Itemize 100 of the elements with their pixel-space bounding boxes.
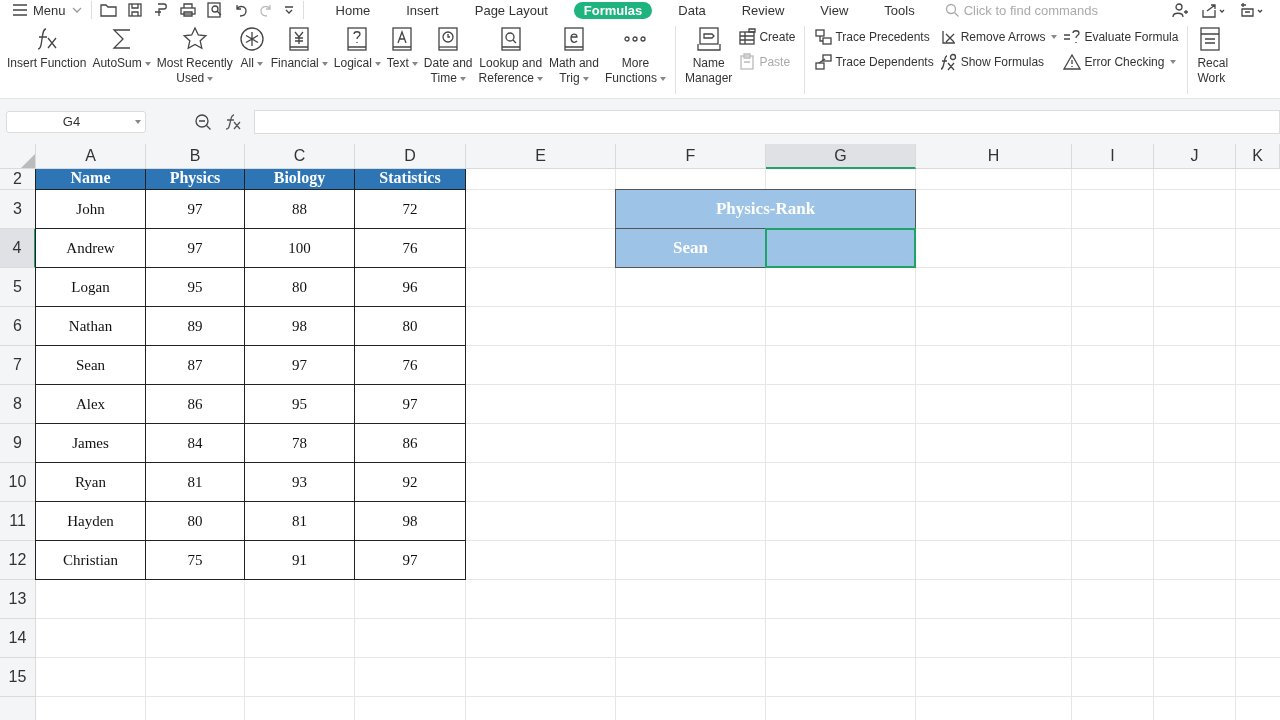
table-cell: 98 [245,307,355,346]
collapse-button[interactable] [1240,2,1264,18]
person-add-icon [1172,2,1188,18]
column-header[interactable]: B [146,144,245,169]
row-header[interactable]: 11 [0,502,36,541]
cross-arrows-icon [939,28,958,46]
column-header[interactable]: K [1236,144,1280,169]
row-header[interactable]: 4 [0,229,36,268]
name-box[interactable]: G4 [6,110,146,133]
zoom-out-icon [194,112,212,131]
column-header[interactable]: E [466,144,616,169]
toolbar-button[interactable] [126,2,143,18]
menu-button[interactable]: Menu [12,2,83,18]
selected-cell[interactable] [765,228,916,268]
export-icon [1202,2,1226,18]
table-cell: 78 [245,424,355,463]
ribbon-button[interactable]: Trace Dependents [811,53,937,71]
ribbon-button[interactable]: Name Manager [682,26,736,86]
ribbon-button[interactable]: Logical [330,26,384,71]
column-header[interactable]: G [766,144,916,169]
column-header[interactable]: J [1154,144,1236,169]
column-header[interactable]: I [1072,144,1154,169]
row-header[interactable]: 13 [0,580,36,619]
row-header[interactable]: 12 [0,541,36,580]
ribbon-tab[interactable]: Insert [388,1,457,19]
table-cell: 76 [355,229,466,268]
ribbon-button[interactable]: Lookup and Reference [475,26,546,86]
ribbon-button[interactable]: Most Recently Used [153,26,236,86]
table-cell: 81 [146,463,245,502]
ribbon-button[interactable]: Date and Time [420,26,476,86]
toolbar-button[interactable] [99,2,118,18]
table-cell: 95 [146,268,245,307]
ribbon-button[interactable]: Text [383,26,421,71]
column-header[interactable]: C [245,144,355,169]
row-header[interactable]: 8 [0,385,36,424]
note-icon [1240,2,1264,18]
search-field[interactable]: Click to find commands [944,1,1156,19]
row-header[interactable]: 3 [0,190,36,229]
ribbon-button[interactable]: Financial [267,26,331,71]
tag-tray-icon [695,26,722,52]
table-cell: 86 [146,385,245,424]
row-header[interactable]: 2 [0,169,36,190]
ribbon-button[interactable]: AutoSum [89,26,154,71]
export-button[interactable] [1202,2,1226,18]
table-cell: Andrew [35,229,146,268]
ribbon-tab[interactable]: View [802,1,867,19]
row-header[interactable]: 5 [0,268,36,307]
column-header[interactable]: F [616,144,766,169]
redo-icon [257,2,274,18]
table-cell: John [35,190,146,229]
ribbon-tab[interactable]: Page Layout [456,1,566,19]
ribbon-button[interactable]: Remove Arrows [936,28,1061,46]
row-header[interactable]: 10 [0,463,36,502]
table-cell: 81 [245,502,355,541]
ribbon-button[interactable]: Math and Trig [545,26,602,86]
toolbar-button[interactable] [178,2,197,18]
ribbon-button[interactable]: Trace Precedents [811,28,937,46]
ribbon-button[interactable]: Error Checking [1060,53,1182,71]
table-cell: 97 [245,346,355,385]
column-header[interactable]: H [916,144,1072,169]
ribbon-button[interactable]: Evaluate Formula [1060,28,1182,46]
formula-input[interactable] [254,109,1280,134]
header-cell: Physics [146,169,245,190]
column-header[interactable]: D [355,144,466,169]
table-cell: 84 [146,424,245,463]
table-cell: 93 [245,463,355,502]
share-button[interactable] [1172,2,1188,18]
row-header[interactable]: 6 [0,307,36,346]
ribbon-tab[interactable]: Home [317,1,389,19]
function-eye-icon [939,53,958,71]
column-header[interactable]: A [36,144,146,169]
table-cell: 95 [245,385,355,424]
table-cell: Sean [35,346,146,385]
caret-icon [135,119,141,124]
ribbon-tab[interactable]: Review [723,1,803,19]
table-cell: 80 [355,307,466,346]
equals-question-icon [1063,28,1082,46]
ribbon-button[interactable]: Show Formulas [936,53,1061,71]
table-cell: 97 [146,190,245,229]
ribbon-button[interactable]: More Functions [601,26,669,86]
row-header[interactable]: 9 [0,424,36,463]
row-header[interactable]: 15 [0,658,36,697]
clipboard-icon [738,53,757,71]
table-cell: Nathan [35,307,146,346]
ribbon-tab[interactable]: Tools [866,1,933,19]
ribbon-button[interactable]: Recal Work [1194,26,1232,86]
ribbon-button[interactable]: All [235,26,268,71]
table-cell: James [35,424,146,463]
warning-icon [1063,53,1082,71]
row-header[interactable]: 14 [0,619,36,658]
table-icon [738,28,757,46]
toolbar-button[interactable] [205,2,224,18]
ribbon-tab[interactable]: Data [660,1,724,19]
ribbon-button[interactable]: Insert Function [4,26,90,71]
table-cell: 80 [245,268,355,307]
row-header[interactable]: 7 [0,346,36,385]
rank-title-cell: Physics-Rank [615,189,916,229]
dots-icon [624,36,647,42]
table-cell: 97 [355,385,466,424]
ribbon-button[interactable]: Create [735,28,799,46]
